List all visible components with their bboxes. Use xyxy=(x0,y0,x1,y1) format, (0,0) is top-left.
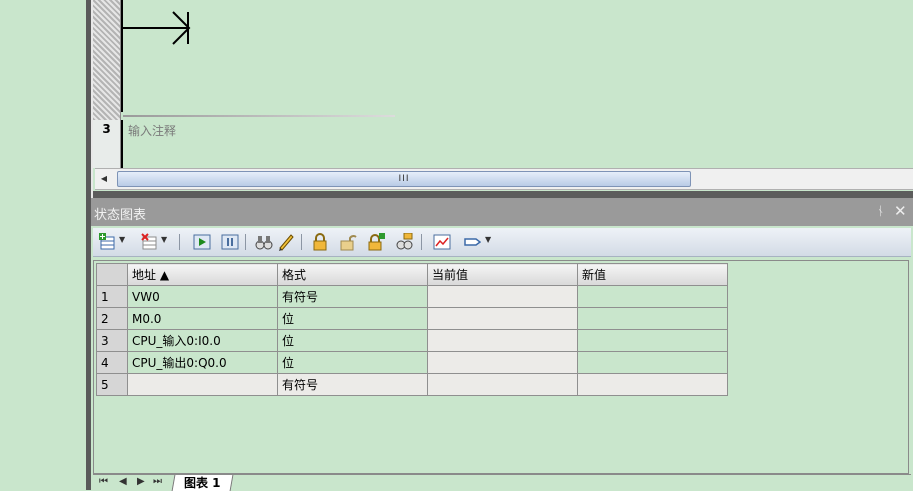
address-cell[interactable]: VW0 xyxy=(127,285,278,308)
current-value-cell[interactable] xyxy=(427,307,578,330)
table-row: 1 VW0 有符号 xyxy=(96,285,728,308)
status-chart-panel: 状态图表 ᚾ ✕ ▼ ▼ ▼ 地址 ▲ 格式 当前值 新值 1 VW0 有符号 … xyxy=(91,198,913,491)
new-value-cell[interactable] xyxy=(577,329,728,352)
new-value-cell[interactable] xyxy=(577,373,728,396)
delete-row-dropdown-icon[interactable]: ▼ xyxy=(161,235,167,244)
unlock-icon[interactable] xyxy=(339,233,357,251)
network-number[interactable]: 3 xyxy=(93,122,120,136)
row-number[interactable]: 1 xyxy=(96,285,128,308)
current-value-cell[interactable] xyxy=(427,285,578,308)
toolbar-separator xyxy=(179,234,180,250)
format-cell[interactable]: 位 xyxy=(277,307,428,330)
trend-chart-icon[interactable] xyxy=(433,233,451,251)
address-cell[interactable]: M0.0 xyxy=(127,307,278,330)
column-header-new-value[interactable]: 新值 xyxy=(577,263,728,286)
scrollbar-thumb[interactable]: III xyxy=(117,171,691,187)
sheet-tab-label: 图表 1 xyxy=(184,476,221,490)
add-row-dropdown-icon[interactable]: ▼ xyxy=(119,235,125,244)
current-value-cell[interactable] xyxy=(427,351,578,374)
row-number[interactable]: 4 xyxy=(96,351,128,374)
row-number[interactable]: 2 xyxy=(96,307,128,330)
force-lock-icon[interactable] xyxy=(367,233,385,251)
row-number[interactable]: 3 xyxy=(96,329,128,352)
power-rail xyxy=(121,0,123,112)
power-rail-network-3 xyxy=(121,120,123,168)
column-header-address[interactable]: 地址 ▲ xyxy=(127,263,278,286)
network-separator xyxy=(123,115,395,117)
toolbar-separator xyxy=(245,234,246,250)
scroll-left-icon[interactable]: ◀ xyxy=(95,171,113,187)
format-cell[interactable]: 有符号 xyxy=(277,285,428,308)
new-value-cell[interactable] xyxy=(577,307,728,330)
delete-row-icon[interactable] xyxy=(141,233,159,251)
scroll-grip: III xyxy=(398,174,410,184)
table-row: 4 CPU_输出0:Q0.0 位 xyxy=(96,351,728,374)
next-sheet-icon[interactable]: ▶ xyxy=(137,476,145,487)
trend-run-icon[interactable] xyxy=(193,233,211,251)
sheet-tab-chart-1[interactable]: 图表 1 xyxy=(171,475,233,491)
tag-dropdown-icon[interactable]: ▼ xyxy=(485,235,491,244)
new-value-cell[interactable] xyxy=(577,351,728,374)
prev-sheet-icon[interactable]: ◀ xyxy=(119,476,127,487)
current-value-cell[interactable] xyxy=(427,373,578,396)
lock-icon[interactable] xyxy=(311,233,329,251)
network-comment-field[interactable]: 输入注释 xyxy=(128,122,176,139)
table-row: 5 有符号 xyxy=(96,373,728,396)
ladder-editor[interactable]: 3 输入注释 ◀ III xyxy=(93,0,913,192)
pencil-icon[interactable] xyxy=(277,233,295,251)
address-cell[interactable]: CPU_输出0:Q0.0 xyxy=(127,351,278,374)
output-arrow-icon[interactable] xyxy=(171,11,191,45)
table-row: 2 M0.0 位 xyxy=(96,307,728,330)
column-header-current-value[interactable]: 当前值 xyxy=(427,263,578,286)
status-chart-table: 地址 ▲ 格式 当前值 新值 1 VW0 有符号 2 M0.0 位 3 CPU_… xyxy=(96,263,728,396)
format-cell[interactable]: 有符号 xyxy=(277,373,428,396)
add-row-icon[interactable] xyxy=(99,233,117,251)
row-number[interactable]: 5 xyxy=(96,373,128,396)
toolbar-separator xyxy=(421,234,422,250)
first-sheet-icon[interactable]: ⏮ xyxy=(99,476,108,487)
address-cell[interactable]: CPU_输入0:I0.0 xyxy=(127,329,278,352)
read-all-forced-icon[interactable] xyxy=(395,233,413,251)
table-header-row: 地址 ▲ 格式 当前值 新值 xyxy=(96,263,728,286)
sheet-tab-bar: ⏮ ◀ ▶ ⏭ 图表 1 xyxy=(93,474,911,491)
toolbar-separator xyxy=(301,234,302,250)
close-icon[interactable]: ✕ xyxy=(894,202,907,220)
format-cell[interactable]: 位 xyxy=(277,329,428,352)
network-gutter xyxy=(93,0,121,120)
last-sheet-icon[interactable]: ⏭ xyxy=(153,476,162,487)
tag-icon[interactable] xyxy=(463,233,481,251)
table-row: 3 CPU_输入0:I0.0 位 xyxy=(96,329,728,352)
format-cell[interactable]: 位 xyxy=(277,351,428,374)
panel-splitter[interactable] xyxy=(93,191,913,198)
column-header-format[interactable]: 格式 xyxy=(277,263,428,286)
panel-title: 状态图表 xyxy=(94,208,147,223)
pin-icon[interactable]: ᚾ xyxy=(877,204,884,218)
horizontal-scrollbar[interactable]: ◀ III xyxy=(95,168,913,190)
corner-header[interactable] xyxy=(96,263,128,286)
status-chart-toolbar: ▼ ▼ ▼ xyxy=(93,228,911,257)
current-value-cell[interactable] xyxy=(427,329,578,352)
new-value-cell[interactable] xyxy=(577,285,728,308)
binoculars-icon[interactable] xyxy=(255,233,273,251)
panel-title-bar[interactable]: 状态图表 ᚾ ✕ xyxy=(91,198,913,226)
trend-pause-icon[interactable] xyxy=(221,233,239,251)
address-cell[interactable] xyxy=(127,373,278,396)
